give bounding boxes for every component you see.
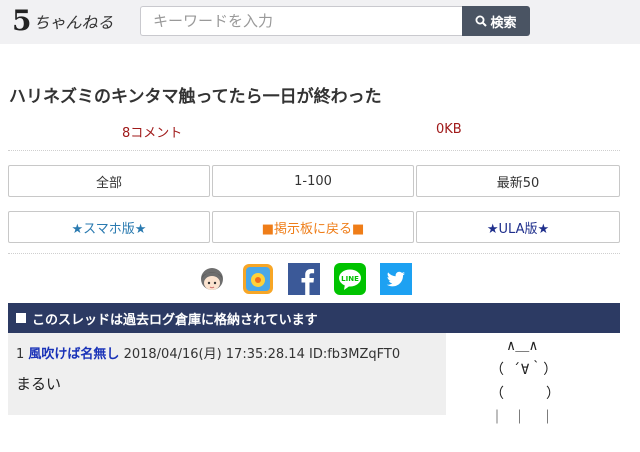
search-icon: [475, 15, 488, 27]
ascii-art: ∧＿∧ （ ´∀｀） （ ） ｜ ｜ ｜: [490, 338, 560, 426]
post-date: 2018/04/16(月) 17:35:28.14: [123, 347, 305, 362]
site-header: 5 ちゃんねる 検索: [0, 0, 640, 44]
archive-notice-text: このスレッドは過去ログ倉庫に格納されています: [32, 312, 318, 328]
post-id[interactable]: ID:fb3MZqFT0: [309, 347, 400, 362]
site-logo[interactable]: 5 ちゃんねる: [12, 6, 114, 36]
post-header: 1 風吹けば名無し 2018/04/16(月) 17:35:28.14 ID:f…: [16, 343, 400, 362]
smartphone-version-button[interactable]: ★スマホ版★: [8, 211, 210, 243]
search-button[interactable]: 検索: [462, 6, 530, 36]
search-input[interactable]: [140, 6, 462, 36]
range-1-100-button[interactable]: 1-100: [212, 165, 414, 197]
logo-text: ちゃんねる: [33, 13, 114, 32]
thread-title: ハリネズミのキンタマ触ってたら一日が終わった: [9, 87, 382, 107]
search-button-label: 検索: [490, 15, 517, 31]
avatar-icon[interactable]: [196, 263, 228, 295]
twitter-icon[interactable]: [380, 263, 412, 295]
line-icon-label: LINE: [341, 275, 359, 283]
divider: [8, 253, 620, 254]
all-posts-button[interactable]: 全部: [8, 165, 210, 197]
share-row: LINE: [196, 263, 412, 297]
post-item: 1 風吹けば名無し 2018/04/16(月) 17:35:28.14 ID:f…: [8, 333, 446, 415]
ula-version-button[interactable]: ★ULA版★: [416, 211, 620, 243]
line-icon[interactable]: LINE: [334, 263, 366, 295]
comment-count: 8コメント: [122, 126, 183, 141]
back-to-board-button[interactable]: ■掲示板に戻る■: [212, 211, 414, 243]
archive-notice-bar: このスレッドは過去ログ倉庫に格納されています: [8, 303, 620, 333]
facebook-icon[interactable]: [288, 263, 320, 295]
logo-mark: 5: [12, 4, 32, 37]
thread-size: 0KB: [436, 122, 462, 137]
app-icon[interactable]: [242, 263, 274, 295]
divider: [8, 150, 620, 151]
post-body: まるい: [16, 375, 62, 393]
latest-50-button[interactable]: 最新50: [416, 165, 620, 197]
post-author-name[interactable]: 風吹けば名無し: [28, 347, 119, 362]
post-number: 1: [16, 347, 25, 362]
square-icon: [16, 313, 26, 323]
